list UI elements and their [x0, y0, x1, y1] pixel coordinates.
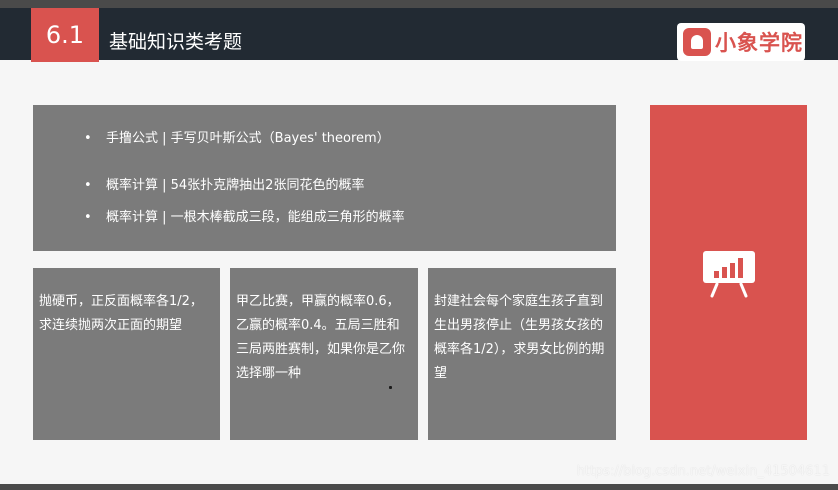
- brand-logo: 小象学院: [677, 23, 805, 61]
- bullet-text: 概率计算 | 54张扑克牌抽出2张同花色的概率: [106, 178, 365, 193]
- bullet-item: • 概率计算 | 54张扑克牌抽出2张同花色的概率: [84, 178, 365, 194]
- bullet-text: 手撸公式 | 手写贝叶斯公式（Bayes' theorem）: [106, 131, 390, 146]
- question-card-text: 封建社会每个家庭生孩子直到生出男孩停止（生男孩女孩的概率各1/2），求男女比例的…: [434, 294, 605, 381]
- watermark-url: https://blog.csdn.net/weixin_41504611: [576, 464, 830, 479]
- mouse-cursor: [389, 386, 392, 389]
- bullet-text: 概率计算 | 一根木棒截成三段，能组成三角形的概率: [106, 210, 405, 225]
- question-card-children: 封建社会每个家庭生孩子直到生出男孩停止（生男孩女孩的概率各1/2），求男女比例的…: [428, 268, 616, 440]
- slide-header-bar: 基础知识类考题 小象学院: [0, 8, 838, 61]
- top-window-strip: [0, 0, 838, 8]
- bullet-item: • 手撸公式 | 手写贝叶斯公式（Bayes' theorem）: [84, 131, 390, 147]
- question-card-coin: 抛硬币，正反面概率各1/2，求连续抛两次正面的期望: [33, 268, 220, 440]
- bottom-window-strip: [0, 484, 838, 490]
- slide-title: 基础知识类考题: [109, 31, 243, 53]
- bullet-marker: •: [84, 178, 92, 193]
- section-number-badge: 6.1: [31, 8, 99, 62]
- question-card-text: 甲乙比赛，甲赢的概率0.6，乙赢的概率0.4。五局三胜和三局两胜赛制，如果你是乙…: [236, 294, 406, 381]
- bullet-marker: •: [84, 210, 92, 225]
- topic-list-panel: • 手撸公式 | 手写贝叶斯公式（Bayes' theorem） • 概率计算 …: [33, 105, 616, 251]
- question-card-match: 甲乙比赛，甲赢的概率0.6，乙赢的概率0.4。五局三胜和三局两胜赛制，如果你是乙…: [230, 268, 418, 440]
- bullet-marker: •: [84, 131, 92, 146]
- presentation-chart-icon: [703, 251, 755, 298]
- bullet-item: • 概率计算 | 一根木棒截成三段，能组成三角形的概率: [84, 210, 405, 226]
- question-card-text: 抛硬币，正反面概率各1/2，求连续抛两次正面的期望: [39, 294, 203, 333]
- side-accent-panel: [650, 105, 807, 440]
- elephant-logo-icon: [683, 28, 711, 56]
- brand-logo-text: 小象学院: [715, 31, 803, 55]
